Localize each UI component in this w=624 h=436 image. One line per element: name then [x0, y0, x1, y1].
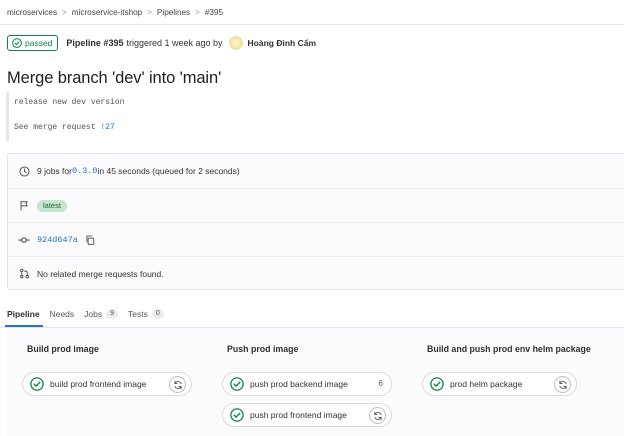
- clock-icon: [18, 165, 30, 177]
- header-divider: [0, 24, 624, 25]
- check-circle-icon: [30, 377, 44, 391]
- breadcrumb: microservices > microservice-itshop > Pi…: [7, 6, 223, 18]
- tab-jobs[interactable]: Jobs 9: [84, 303, 119, 325]
- pipeline-info-box: 9 jobs for 0.3.0 in 45 seconds (queued f…: [7, 153, 624, 290]
- commit-sha-link[interactable]: 924d647a: [37, 235, 78, 245]
- no-merge-requests-text: No related merge requests found.: [37, 268, 164, 279]
- stage-build-and-push-prod-env-helm-package: Build and push prod env helm package: [421, 344, 591, 356]
- retry-icon[interactable]: [369, 407, 386, 424]
- merge-request-link[interactable]: !27: [100, 123, 114, 132]
- breadcrumb-separator-icon: >: [147, 7, 152, 17]
- stage-title: Push prod image: [227, 344, 299, 354]
- tab-label: Needs: [49, 309, 75, 319]
- tab-count-badge: 9: [106, 309, 119, 319]
- stage-push-prod-image: Push prod image: [221, 344, 298, 356]
- breadcrumb-item-group[interactable]: microservices: [7, 8, 57, 17]
- job-name: prod helm package: [450, 379, 523, 389]
- breadcrumb-item-current[interactable]: #395: [205, 8, 223, 17]
- job-push-prod-backend-image[interactable]: push prod backend image 6: [222, 372, 392, 396]
- job-prod-helm-package[interactable]: prod helm package: [422, 372, 577, 396]
- job-build-prod-frontend-image[interactable]: build prod frontend image: [22, 372, 192, 396]
- commit-description-mr-line: See merge request !27: [14, 123, 115, 132]
- retry-icon[interactable]: [169, 376, 186, 393]
- tab-label: Tests: [128, 309, 148, 319]
- tab-label: Jobs: [84, 309, 103, 319]
- commit-row: 924d647a: [8, 222, 624, 256]
- jobs-summary-row: 9 jobs for 0.3.0 in 45 seconds (queued f…: [8, 154, 624, 188]
- breadcrumb-item-project[interactable]: microservice-itshop: [72, 8, 143, 17]
- badges-row: latest: [8, 188, 624, 222]
- commit-icon: [18, 234, 30, 246]
- page-title: Merge branch 'dev' into 'main': [7, 69, 222, 87]
- mr-prefix-text: See merge request: [14, 123, 101, 132]
- stage-title: Build prod image: [27, 344, 99, 354]
- tab-label: Pipeline: [7, 309, 40, 319]
- tab-count-badge: 0: [151, 309, 164, 319]
- retry-icon[interactable]: [554, 376, 571, 393]
- breadcrumb-separator-icon: >: [195, 7, 200, 17]
- commit-description-line: release new dev version: [14, 98, 125, 107]
- commit-description: release new dev version See merge reques…: [6, 92, 618, 141]
- jobs-summary-suffix: in 45 seconds (queued for 2 seconds): [97, 166, 240, 176]
- job-group-count: 6: [378, 379, 383, 388]
- job-name: push prod backend image: [250, 379, 348, 389]
- stage-build-prod-image: Build prod image: [21, 344, 99, 356]
- status-badge-label: passed: [25, 38, 53, 48]
- avatar[interactable]: [228, 36, 243, 50]
- job-name: build prod frontend image: [50, 379, 147, 389]
- tab-needs[interactable]: Needs: [50, 303, 75, 325]
- merge-requests-row: No related merge requests found.: [8, 256, 624, 290]
- job-name: push prod frontend image: [250, 410, 347, 420]
- breadcrumb-item-pipelines[interactable]: Pipelines: [157, 8, 190, 17]
- tab-pipeline[interactable]: Pipeline: [5, 303, 43, 327]
- tab-tests[interactable]: Tests 0: [128, 303, 164, 325]
- status-badge[interactable]: passed: [7, 35, 59, 51]
- flag-icon: [18, 200, 30, 212]
- ref-link[interactable]: 0.3.0: [72, 166, 98, 176]
- author-name[interactable]: Hoàng Đình Cẩm: [248, 38, 316, 48]
- copy-icon[interactable]: [85, 234, 95, 245]
- check-circle-icon: [230, 377, 244, 391]
- pipeline-status-row: passed Pipeline #395 triggered 1 week ag…: [7, 34, 316, 52]
- latest-badge: latest: [37, 199, 67, 212]
- pipeline-id: Pipeline #395: [66, 38, 124, 48]
- pipeline-tabs: Pipeline Needs Jobs 9 Tests 0: [5, 303, 174, 327]
- jobs-summary-prefix: 9 jobs for: [37, 166, 72, 176]
- check-circle-icon: [230, 408, 244, 422]
- breadcrumb-separator-icon: >: [62, 7, 67, 17]
- job-push-prod-frontend-image[interactable]: push prod frontend image: [222, 403, 392, 427]
- merge-request-icon: [18, 268, 30, 280]
- stage-title: Build and push prod env helm package: [427, 344, 591, 354]
- check-circle-icon: [12, 38, 22, 48]
- check-circle-icon: [430, 377, 444, 391]
- triggered-text: triggered 1 week ago by: [126, 38, 223, 48]
